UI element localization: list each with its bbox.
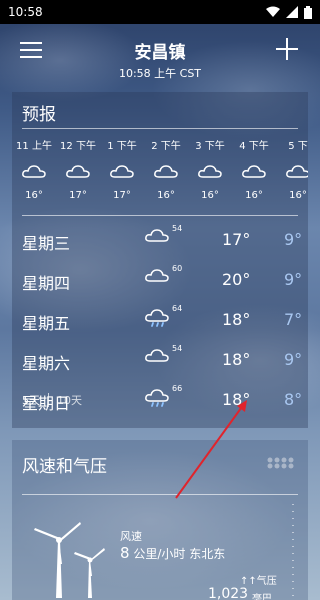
hourly-item: 5 下 16° xyxy=(278,137,308,201)
battery-icon xyxy=(304,5,312,19)
tab-5-day[interactable]: 5天 xyxy=(22,392,40,408)
precip-chance: 54 xyxy=(172,224,183,233)
daily-row[interactable]: 星期六 54 18° 9° xyxy=(12,340,308,380)
day-name: 星期六 xyxy=(22,354,71,373)
hourly-item: 11 上午 16° xyxy=(14,137,54,201)
hour-temp: 17° xyxy=(69,190,87,201)
hour-time: 4 下午 xyxy=(239,141,269,152)
cloudy-icon xyxy=(198,165,222,178)
precip-chance: 54 xyxy=(172,344,183,353)
hour-time: 1 下午 xyxy=(107,141,137,152)
wind-divider xyxy=(22,494,298,495)
hourly-item: 1 下午 17° xyxy=(102,137,142,201)
plus-icon[interactable] xyxy=(274,36,300,62)
wind-label: 风速 xyxy=(120,530,142,543)
precip-chance: 60 xyxy=(172,264,183,273)
hour-temp: 17° xyxy=(113,190,131,201)
low-temp: 9° xyxy=(284,230,303,249)
cloudy-icon xyxy=(145,229,169,242)
hourly-item: 2 下午 16° xyxy=(146,137,186,201)
hamburger-menu-icon[interactable] xyxy=(20,42,42,60)
daily-row[interactable]: 星期四 60 20° 9° xyxy=(12,260,308,300)
status-icons xyxy=(266,5,312,19)
day-name: 星期三 xyxy=(22,234,71,253)
tab-separator xyxy=(48,393,49,407)
cloudy-icon xyxy=(22,165,46,178)
cloudy-icon xyxy=(242,165,266,178)
cloudy-icon xyxy=(110,165,134,178)
daily-forecast: 星期三 54 17° 9° 星期四 60 20° 9° 星期五 64 18° 7° 星期六 54 18° 9°… xyxy=(12,220,308,420)
wind-turbine-icon xyxy=(34,522,105,598)
wind-speed: 8 xyxy=(120,544,130,562)
status-bar: 10:58 xyxy=(0,0,320,24)
low-temp: 9° xyxy=(284,350,303,369)
hour-temp: 16° xyxy=(201,190,219,201)
hourly-item: 3 下午 16° xyxy=(190,137,230,201)
pressure-value: 1,023 xyxy=(208,586,249,600)
hour-temp: 16° xyxy=(289,190,307,201)
location-header: 安昌镇 10:58 上午 CST xyxy=(60,38,260,81)
hour-time: 2 下午 xyxy=(151,141,181,152)
daily-row[interactable]: 星期三 54 17° 9° xyxy=(12,220,308,260)
high-temp: 20° xyxy=(222,270,251,289)
cloudy-icon xyxy=(145,349,169,362)
hour-time: 11 上午 xyxy=(16,141,52,152)
low-temp: 8° xyxy=(284,390,303,409)
cloudy-icon xyxy=(145,269,169,282)
forecast-card: 预报 11 上午 16° 12 下午 17° 1 下午 17° 2 下午 16° 3 下午 16°… xyxy=(12,92,308,428)
high-temp: 17° xyxy=(222,230,251,249)
wifi-icon xyxy=(266,6,280,17)
wind-pressure-card: 风速和气压 风速 8 公里/小时 东北东 ↑↑气压 1,023 毫巴 xyxy=(12,440,308,600)
hour-temp: 16° xyxy=(245,190,263,201)
more-dots-icon[interactable] xyxy=(266,456,296,470)
pressure-unit: 毫巴 xyxy=(252,594,272,600)
pressure-gauge-ticks xyxy=(292,504,294,600)
day-name: 星期五 xyxy=(22,314,71,333)
cloudy-icon xyxy=(154,165,178,178)
forecast-title: 预报 xyxy=(22,105,56,125)
hourly-forecast[interactable]: 11 上午 16° 12 下午 17° 1 下午 17° 2 下午 16° 3 下午 16° 4 下… xyxy=(12,129,308,215)
cloudy-icon xyxy=(66,165,90,178)
cloudy-icon xyxy=(286,165,308,178)
daily-row[interactable]: 星期五 64 18° 7° xyxy=(12,300,308,340)
signal-icon xyxy=(286,6,298,18)
wind-title: 风速和气压 xyxy=(22,457,107,477)
hour-time: 12 下午 xyxy=(60,141,96,152)
tab-10-day[interactable]: 10天 xyxy=(57,392,82,408)
hour-temp: 16° xyxy=(157,190,175,201)
pressure-label: ↑↑气压 xyxy=(240,576,277,587)
rain-icon xyxy=(145,309,169,327)
hourly-divider xyxy=(22,215,298,216)
day-name: 星期四 xyxy=(22,274,71,293)
low-temp: 7° xyxy=(284,310,303,329)
location-time: 10:58 上午 CST xyxy=(118,67,202,80)
hour-time: 5 下 xyxy=(288,141,308,152)
hour-time: 3 下午 xyxy=(195,141,225,152)
high-temp: 18° xyxy=(222,310,251,329)
precip-chance: 64 xyxy=(172,304,183,313)
hourly-item: 12 下午 17° xyxy=(58,137,98,201)
precip-chance: 66 xyxy=(172,384,183,393)
rain-icon xyxy=(145,389,169,407)
wind-speed-unit: 公里/小时 东北东 xyxy=(133,547,226,561)
top-bar: 安昌镇 10:58 上午 CST xyxy=(0,24,320,88)
wind-value: 8 公里/小时 东北东 xyxy=(120,544,225,562)
location-name: 安昌镇 xyxy=(134,43,186,63)
low-temp: 9° xyxy=(284,270,303,289)
range-tabs: 5天 10天 xyxy=(22,392,82,408)
high-temp: 18° xyxy=(222,350,251,369)
hour-temp: 16° xyxy=(25,190,43,201)
hourly-item: 4 下午 16° xyxy=(234,137,274,201)
high-temp: 18° xyxy=(222,390,251,409)
status-time: 10:58 xyxy=(8,5,43,19)
